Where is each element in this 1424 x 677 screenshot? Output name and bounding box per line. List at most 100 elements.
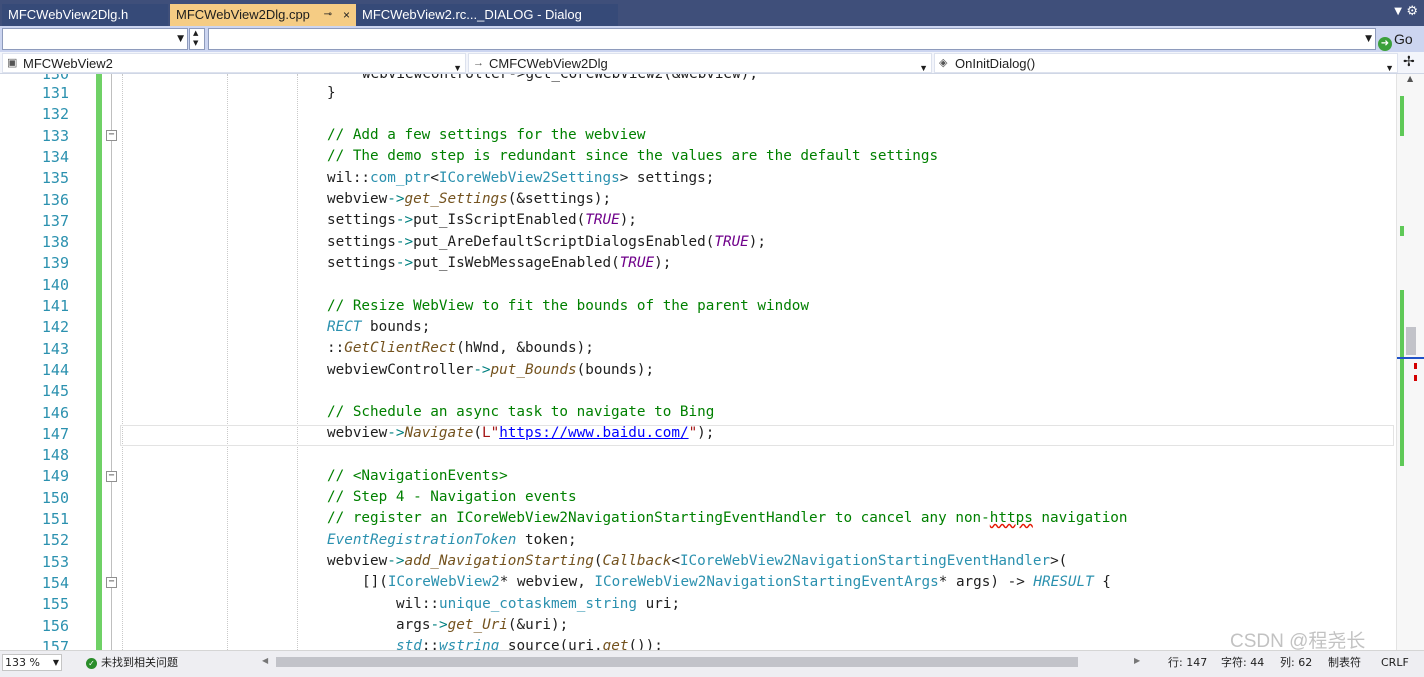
collapse-icon[interactable]: − [106,471,117,482]
cpp-file-icon: ▣ [7,57,18,69]
code-line-156: args->get_Uri(&uri); [396,617,569,633]
class-label: CMFCWebView2Dlg [489,56,608,71]
line-number: 132 [41,105,69,124]
watermark: CSDN @程尧长 [1230,631,1366,652]
tab-label: MFCWebView2.rc..._DIALOG - Dialog [362,7,582,22]
line-number: 157 [41,637,69,650]
find-toolbar: ▼ ▲ ▼ ▼ ➜ Go [0,26,1424,52]
member-dropdown[interactable]: ◈ OnInitDialog() ▼ [934,53,1398,73]
code-line-136: webview->get_Settings(&settings); [327,191,612,207]
code-line-146: // Schedule an async task to navigate to… [327,404,715,420]
line-number: 154 [41,573,69,592]
vertical-scrollbar[interactable]: ▲ [1396,74,1424,650]
code-line-157: std::wstring source(uri.get()); [396,638,663,650]
line-indicator[interactable]: 行: 147 [1168,655,1207,670]
tab-dialog-resource[interactable]: MFCWebView2.rc..._DIALOG - Dialog [356,4,618,26]
tab-mfcwebview2dlg-cpp[interactable]: MFCWebView2Dlg.cpp ⊸ × [170,4,356,26]
line-number: 153 [41,552,69,571]
gear-icon[interactable]: ⚙ [1406,4,1418,19]
indent-guide [122,74,123,650]
chevron-left-icon[interactable]: ◀ [262,656,268,665]
change-indicator-bar [96,74,102,650]
line-number: 133 [41,126,69,145]
error-marker [1414,363,1420,381]
zoom-dropdown[interactable]: 133 % ▼ [2,654,62,671]
line-number: 155 [41,595,69,614]
line-number: 131 [41,84,69,102]
code-line-133: // Add a few settings for the webview [327,127,646,143]
search-combobox[interactable]: ▼ [208,28,1376,50]
code-line-131: } [327,85,336,101]
line-number: 141 [41,297,69,315]
chevron-down-icon: ▼ [52,658,59,667]
method-icon: ◈ [939,57,948,69]
line-ending-indicator[interactable]: CRLF [1381,655,1409,670]
go-button[interactable]: ➜ Go [1378,29,1422,51]
code-line-135: wil::com_ptr<ICoreWebView2Settings> sett… [327,170,715,186]
code-line-149: // <NavigationEvents> [327,468,508,484]
line-number: 134 [41,147,69,166]
issues-text: 未找到相关问题 [101,656,178,669]
scroll-thumb[interactable] [1406,327,1416,355]
pin-icon[interactable]: ⊸ [324,4,332,26]
split-icon[interactable]: ✢ [1403,54,1415,70]
column-indicator: 列: 62 [1280,656,1313,669]
chevron-up-icon[interactable]: ▲ [193,29,198,37]
line-number: 138 [41,233,69,252]
project-label: MFCWebView2 [23,56,113,71]
line-number: 152 [41,531,69,550]
close-icon[interactable]: × [343,4,350,26]
go-label: Go [1394,31,1413,47]
chevron-down-icon[interactable]: ▼ [1394,6,1402,17]
collapse-icon[interactable]: − [106,130,117,141]
tab-label: MFCWebView2Dlg.cpp [176,7,310,22]
code-line-134: // The demo step is redundant since the … [327,148,939,164]
chevron-up-icon[interactable]: ▲ [1407,74,1413,83]
tab-mfcwebview2dlg-h[interactable]: MFCWebView2Dlg.h [2,4,168,26]
code-line-151: // register an ICoreWebView2NavigationSt… [327,510,1128,526]
caret-position-marker [1397,357,1424,359]
chevron-down-icon: ▼ [177,34,184,44]
char-indicator: 字符: 44 [1221,656,1265,669]
code-line-141: // Resize WebView to fit the bounds of t… [327,298,810,314]
current-line-highlight [120,425,1394,446]
zoom-level: 133 % [5,656,40,669]
line-number: 136 [41,190,69,209]
line-number: 148 [41,446,69,465]
code-line-143: ::GetClientRect(hWnd, &bounds); [327,340,594,356]
chevron-right-icon[interactable]: ▶ [1134,656,1140,665]
outline-guide [111,74,112,650]
tab-mode-indicator[interactable]: 制表符 [1328,655,1361,670]
code-line-152: EventRegistrationToken token; [327,532,577,548]
line-number: 145 [41,382,69,401]
collapse-icon[interactable]: − [106,577,117,588]
issues-indicator[interactable]: ✓ 未找到相关问题 [86,655,178,670]
code-line-147: webview->Navigate(L"https://www.baidu.co… [327,425,715,441]
line-number: 135 [41,169,69,188]
code-line-154: [](ICoreWebView2* webview, ICoreWebView2… [362,574,1111,590]
code-line-130: webviewController->get_CoreWebView2(&web… [362,74,758,82]
line-number: 144 [41,360,69,379]
line-number: 156 [41,616,69,635]
code-editor[interactable]: 130 131 132 133 134 135 136 137 138 139 140 141 142… [0,74,1424,650]
chevron-down-icon: ▼ [1365,34,1372,44]
line-number: 139 [41,254,69,273]
project-dropdown[interactable]: ▣ MFCWebView2 ▼ [2,53,466,73]
tab-label: MFCWebView2Dlg.h [8,7,129,22]
chevron-down-icon[interactable]: ▼ [193,39,198,47]
line-number: 143 [41,339,69,358]
line-number: 146 [41,403,69,422]
scope-combobox[interactable]: ▼ [2,28,188,50]
check-icon: ✓ [86,658,97,669]
code-line-150: // Step 4 - Navigation events [327,489,577,505]
horizontal-scroll-thumb[interactable] [276,657,1078,667]
indent-guide [227,74,228,650]
line-number: 142 [41,318,69,337]
code-line-144: webviewController->put_Bounds(bounds); [327,362,655,378]
code-line-142: RECT bounds; [327,319,431,335]
line-number: 147 [41,424,69,443]
line-number: 140 [41,275,69,294]
spin-control[interactable]: ▲ ▼ [189,28,205,50]
url-link[interactable]: https://www.baidu.com/ [499,425,688,441]
class-dropdown[interactable]: → CMFCWebView2Dlg ▼ [468,53,932,73]
